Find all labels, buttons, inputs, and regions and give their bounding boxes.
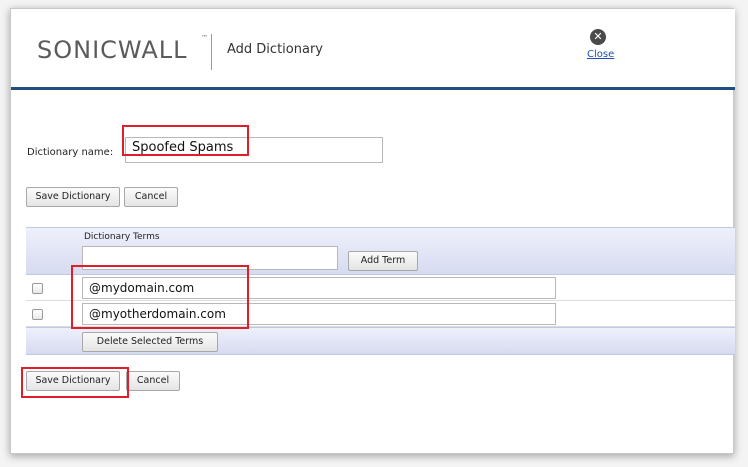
logo-trademark: ™ (201, 34, 208, 42)
close-icon[interactable]: ✕ (590, 29, 606, 45)
table-row: @mydomain.com (26, 275, 735, 301)
dialog-title: Add Dictionary (227, 42, 323, 57)
save-dictionary-button[interactable]: Save Dictionary (26, 371, 120, 391)
terms-footer-bar: Delete Selected Terms (26, 327, 735, 355)
column-header-dictionary-terms: Dictionary Terms (84, 232, 160, 242)
delete-selected-terms-button[interactable]: Delete Selected Terms (82, 332, 218, 352)
cancel-button[interactable]: Cancel (126, 371, 180, 391)
row-checkbox[interactable] (32, 309, 43, 320)
dictionary-name-label: Dictionary name: (27, 147, 114, 158)
dictionary-terms-table: Dictionary Terms Add Term @mydomain.com … (26, 227, 735, 357)
row-checkbox[interactable] (32, 283, 43, 294)
term-input[interactable]: @myotherdomain.com (82, 303, 556, 325)
save-dictionary-button-top[interactable]: Save Dictionary (26, 187, 120, 207)
dictionary-name-input[interactable]: Spoofed Spams (125, 137, 383, 163)
header-rule (11, 87, 735, 90)
cancel-button-top[interactable]: Cancel (124, 187, 178, 207)
term-input[interactable]: @mydomain.com (82, 277, 556, 299)
add-term-button[interactable]: Add Term (348, 251, 418, 271)
sonicwall-logo: SONICWALL (37, 36, 188, 64)
header-separator (211, 34, 212, 70)
dialog-header: SONICWALL ™ Add Dictionary ✕ Close (11, 9, 735, 87)
add-dictionary-dialog: SONICWALL ™ Add Dictionary ✕ Close Dicti… (10, 8, 735, 454)
table-row: @myotherdomain.com (26, 301, 735, 327)
terms-header-bar: Dictionary Terms Add Term (26, 227, 735, 275)
close-link[interactable]: Close (587, 49, 614, 60)
new-term-input[interactable] (82, 246, 338, 270)
